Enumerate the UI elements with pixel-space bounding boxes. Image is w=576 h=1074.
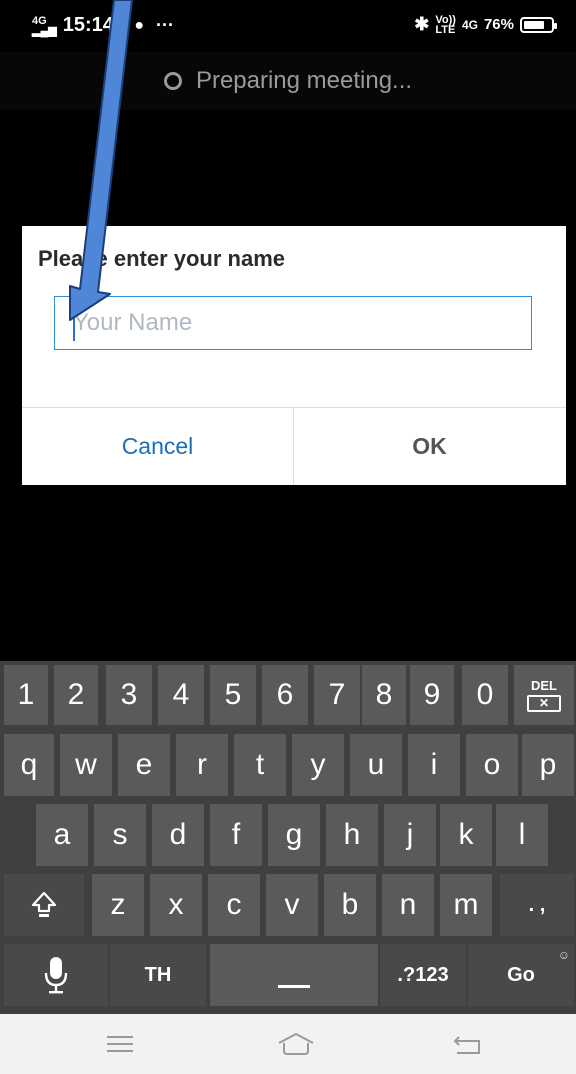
status-time: 15:14 [62,14,114,36]
loading-spinner-icon [163,72,182,90]
dialog-title: Please enter your name [38,246,286,271]
microphone-icon [44,957,68,994]
cancel-button[interactable]: Cancel [22,408,293,485]
key-s[interactable]: s [94,804,146,866]
key-h[interactable]: h [326,804,378,866]
key-x[interactable]: x [150,874,202,936]
key-z[interactable]: z [92,874,144,936]
menu-button[interactable] [90,1024,150,1064]
space-key[interactable] [210,944,378,1006]
key-1[interactable]: 1 [4,665,48,725]
key-p[interactable]: p [522,734,574,796]
chat-icon: ● [134,16,145,34]
key-r[interactable]: r [176,734,228,796]
battery-fill [524,20,544,29]
home-icon [278,1032,314,1055]
go-key[interactable]: Go ☺ [468,944,574,1006]
keyboard: 1 2 3 4 5 6 7 8 9 0 DEL ✕ q w e r t y u … [0,661,576,1014]
home-button[interactable] [266,1024,326,1064]
language-key[interactable]: TH [110,944,206,1006]
key-3[interactable]: 3 [106,665,152,725]
menu-icon [107,1036,133,1052]
shift-key[interactable] [4,874,84,936]
status-right: ✱ Vo)) LTE 4G 76% [414,13,557,36]
key-c[interactable]: c [208,874,260,936]
name-input[interactable] [54,296,532,350]
more-notifications-icon: ··· [156,15,174,35]
ok-button[interactable]: OK [294,408,565,485]
key-8[interactable]: 8 [362,665,406,725]
battery-percent: 76% [483,16,514,33]
key-i[interactable]: i [408,734,460,796]
backspace-icon: DEL ✕ [527,679,561,712]
key-7[interactable]: 7 [314,665,360,725]
navigation-bar [0,1014,576,1074]
delete-key[interactable]: DEL ✕ [514,665,574,725]
preparing-text: Preparing meeting... [195,67,413,94]
key-w[interactable]: w [60,734,112,796]
name-dialog: Please enter your name Cancel OK [22,226,566,485]
shift-icon [31,891,57,917]
bluetooth-icon: ✱ [414,14,430,34]
key-u[interactable]: u [350,734,402,796]
key-6[interactable]: 6 [262,665,308,725]
voice-input-key[interactable] [4,944,108,1006]
key-a[interactable]: a [36,804,88,866]
key-k[interactable]: k [440,804,492,866]
status-left: 4G ▂▄▆ 15:14 ● ● ··· [32,14,174,37]
key-b[interactable]: b [324,874,376,936]
symbols-key[interactable]: .?123 [380,944,466,1006]
key-n[interactable]: n [382,874,434,936]
network-4g-icon: 4G [461,17,478,32]
emoji-icon: ☺ [557,948,570,962]
key-e[interactable]: e [118,734,170,796]
key-v[interactable]: v [266,874,318,936]
key-f[interactable]: f [210,804,262,866]
key-9[interactable]: 9 [410,665,454,725]
preparing-banner: Preparing meeting... [0,52,576,110]
text-cursor [73,311,75,341]
battery-icon [520,16,557,33]
key-2[interactable]: 2 [54,665,98,725]
space-icon [278,984,310,988]
key-0[interactable]: 0 [462,665,508,725]
back-icon [453,1036,480,1054]
key-t[interactable]: t [234,734,286,796]
key-o[interactable]: o [466,734,518,796]
line-app-icon: ● [119,17,129,34]
key-4[interactable]: 4 [158,665,204,725]
key-5[interactable]: 5 [210,665,256,725]
key-m[interactable]: m [440,874,492,936]
key-y[interactable]: y [292,734,344,796]
key-q[interactable]: q [4,734,54,796]
go-label: Go [507,963,535,986]
key-g[interactable]: g [268,804,320,866]
key-j[interactable]: j [384,804,436,866]
back-button[interactable] [438,1024,498,1064]
key-l[interactable]: l [496,804,548,866]
punctuation-key[interactable]: . , [500,874,574,936]
key-d[interactable]: d [152,804,204,866]
volte-icon: Vo)) LTE [435,13,456,36]
signal-icon: 4G ▂▄▆ [32,14,57,37]
status-bar: 4G ▂▄▆ 15:14 ● ● ··· ✱ Vo)) LTE 4G 76% [0,0,576,52]
